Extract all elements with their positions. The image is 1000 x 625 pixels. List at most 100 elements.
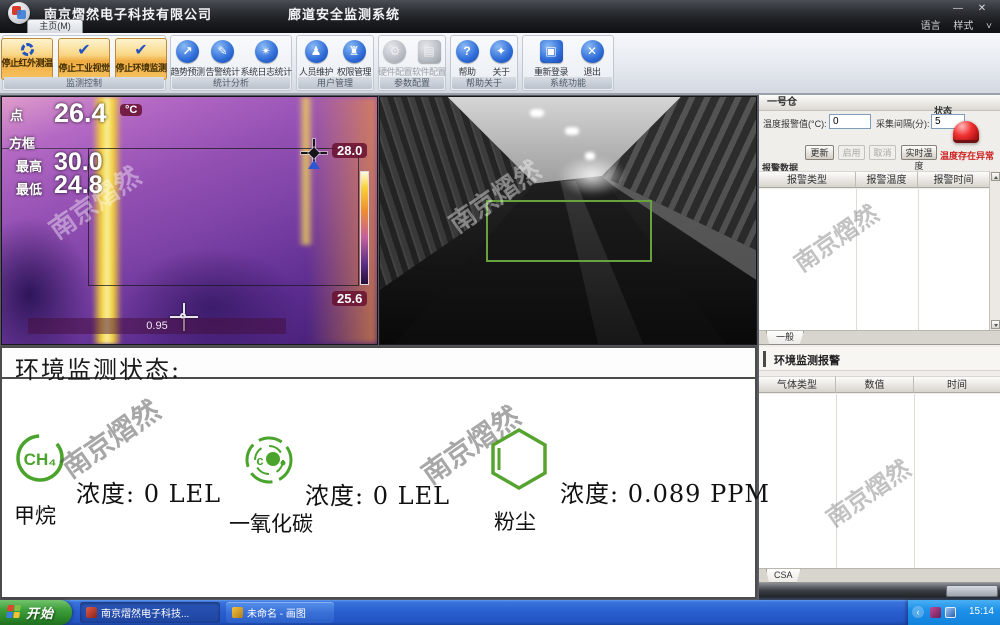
title-bar: 南京熠然电子科技有限公司 廊道安全监测系统 — ✕ 主页(M) 语言 样式 ˅ <box>0 0 1000 33</box>
tray-clock: 15:14 <box>969 606 994 617</box>
close-button[interactable]: ✕ <box>974 2 990 15</box>
alarm-statistics-button[interactable]: ✎ 告警统计 <box>206 38 240 78</box>
ribbon-group-parameter-config: ⚙ 硬件配置 ▤ 软件配置 参数配置 <box>378 35 446 91</box>
taskbar-task-monitoring[interactable]: 南京熠然电子科技... <box>80 602 220 623</box>
taskbar: 开始 南京熠然电子科技... 未命名 - 画图 ‹ 15:14 <box>0 600 1000 625</box>
trend-forecast-button[interactable]: ↗ 趋势预测 <box>170 38 204 78</box>
minimize-button[interactable]: — <box>950 2 966 15</box>
thermal-scale-max: 28.0 <box>332 143 367 158</box>
watermark: 南京熠然 <box>818 450 917 534</box>
windows-logo-icon <box>6 605 22 619</box>
group-label-user-management: 用户管理 <box>298 77 372 89</box>
temp-alarm-input[interactable] <box>829 114 871 129</box>
key-icon: ♜ <box>343 40 366 63</box>
thermal-box-label: 方框 <box>9 133 35 152</box>
gas-methane: CH₄ 甲烷 浓度: 0 LEL <box>14 432 244 542</box>
thermal-point-value: 26.4 <box>54 98 107 129</box>
thermal-max-label: 最高 <box>16 156 42 175</box>
paint-task-icon <box>232 607 243 618</box>
gas-dust: 粉尘 浓度: 0.089 PPM <box>488 426 748 546</box>
env-alarm-header: 环境监测报警 <box>759 347 1000 371</box>
exit-button[interactable]: ✕ 退出 <box>577 38 607 78</box>
system-tray: ‹ 15:14 <box>908 600 1000 625</box>
gas-reading: 浓度: 0 LEL <box>305 476 450 511</box>
ribbon: 停止红外测温 ✔ 停止工业视觉 ✔ 停止环境监测 监测控制 ↗ 趋势预测 ✎ 告… <box>0 33 1000 95</box>
ribbon-group-user-management: ♟ 人员维护 ♜ 权限管理 用户管理 <box>296 35 374 91</box>
watermark: 南京熠然 <box>786 195 885 279</box>
tray-icon-1[interactable] <box>930 607 941 618</box>
ch4-icon: CH₄ <box>14 432 66 484</box>
log-icon: ✴ <box>255 40 278 63</box>
stop-env-monitor-button[interactable]: ✔ 停止环境监测 <box>115 38 167 80</box>
trend-icon: ↗ <box>176 40 199 63</box>
cancel-button[interactable]: 取消 <box>869 145 896 160</box>
realtime-temp-button[interactable]: 实时温度 <box>901 145 937 160</box>
language-menu[interactable]: 语言 <box>921 21 941 32</box>
about-button[interactable]: ✦ 关于 <box>486 38 516 78</box>
tab-home[interactable]: 主页(M) <box>27 19 83 33</box>
chevron-down-icon[interactable]: ˅ <box>986 21 992 32</box>
infrared-ring-icon <box>21 43 34 56</box>
enable-button[interactable]: 启用 <box>838 145 865 160</box>
station-tab[interactable]: 一号仓 <box>759 95 1000 111</box>
taskbar-task-paint[interactable]: 未命名 - 画图 <box>226 602 334 623</box>
group-label-system-functions: 系统功能 <box>524 77 612 89</box>
ribbon-group-statistics: ↗ 趋势预测 ✎ 告警统计 ✴ 系统日志统计 统计分析 <box>170 35 292 91</box>
check-icon: ✔ <box>77 39 90 61</box>
co-icon: c <box>243 434 295 486</box>
relogin-button[interactable]: ▣ 重新登录 <box>529 38 573 78</box>
help-button[interactable]: ? 帮助 <box>452 38 482 78</box>
industrial-video-view[interactable]: 南京熠然 <box>379 96 757 345</box>
update-button[interactable]: 更新 <box>805 145 834 160</box>
station-tabstrip: 一般 <box>759 330 1000 345</box>
group-label-parameter-config: 参数配置 <box>380 77 444 89</box>
alarm-status-text: 温度存在异常 <box>940 149 994 162</box>
alarm-table-body: 南京熠然 <box>759 189 990 330</box>
status-bar <box>759 583 1000 600</box>
status-bar-button[interactable] <box>946 585 998 597</box>
start-button[interactable]: 开始 <box>0 600 72 625</box>
env-status-panel: 环境监测状态: CH₄ 甲烷 浓度: 0 LEL c 一氧化碳 浓度: 0 LE… <box>0 346 757 599</box>
permission-manage-button[interactable]: ♜ 权限管理 <box>335 38 373 78</box>
gas-table-body: 南京熠然 <box>759 394 1000 568</box>
stop-industrial-video-button[interactable]: ✔ 停止工业视觉 <box>58 38 110 80</box>
ribbon-group-system-functions: ▣ 重新登录 ✕ 退出 系统功能 <box>522 35 614 91</box>
thermal-color-scale <box>360 171 369 285</box>
thermal-min-value: 24.8 <box>54 171 103 200</box>
globe-icon: ✦ <box>490 40 513 63</box>
personnel-maintain-button[interactable]: ♟ 人员维护 <box>297 38 335 78</box>
tab-general[interactable]: 一般 <box>766 331 804 345</box>
svg-text:c: c <box>256 453 263 468</box>
dust-hexagon-icon <box>488 426 550 490</box>
tray-chevron-icon[interactable]: ‹ <box>912 606 924 618</box>
thermal-min-label: 最低 <box>16 179 42 198</box>
system-log-statistics-button[interactable]: ✴ 系统日志统计 <box>241 38 292 78</box>
stop-infrared-button[interactable]: 停止红外测温 <box>1 38 53 80</box>
question-icon: ? <box>456 40 479 63</box>
station-panel: 一号仓 状态 温度报警值(°C): 采集间隔(分): 温度存在异常 更新 启用 … <box>758 95 1000 600</box>
group-label-help-about: 帮助关于 <box>452 77 516 89</box>
check-icon: ✔ <box>134 39 147 61</box>
style-menu[interactable]: 样式 <box>953 21 973 32</box>
gas-reading: 浓度: 0 LEL <box>76 474 221 509</box>
top-right-menu: 语言 样式 ˅ <box>911 17 992 32</box>
interval-label: 采集间隔(分): <box>876 117 930 130</box>
gas-table-header: 气体类型 数值 时间 <box>759 376 1000 393</box>
alarm-lamp-icon <box>953 121 979 143</box>
gas-co: c 一氧化碳 浓度: 0 LEL <box>243 434 473 544</box>
thermal-scale-min: 25.6 <box>332 291 367 306</box>
thermal-point-label: 点 <box>10 105 23 124</box>
app-task-icon <box>86 607 97 618</box>
env-status-title: 环境监测状态: <box>15 350 181 385</box>
thermal-camera-view[interactable]: 点 26.4 °C 方框 最高 30.0 最低 24.8 28.0 25.6 0… <box>1 96 378 345</box>
window-title-app: 廊道安全监测系统 <box>288 4 400 23</box>
ribbon-group-help-about: ? 帮助 ✦ 关于 帮助关于 <box>450 35 518 91</box>
tray-icon-2[interactable] <box>945 607 956 618</box>
svg-text:CH₄: CH₄ <box>24 450 57 469</box>
temp-alarm-label: 温度报警值(°C): <box>763 117 827 130</box>
tab-csa[interactable]: CSA <box>766 569 801 583</box>
hardware-config-button: ⚙ 硬件配置 <box>378 38 412 78</box>
bottom-tabstrip: CSA <box>759 568 1000 583</box>
marker-triangle-icon <box>308 160 320 169</box>
alarm-table-scrollbar[interactable] <box>989 171 1000 330</box>
